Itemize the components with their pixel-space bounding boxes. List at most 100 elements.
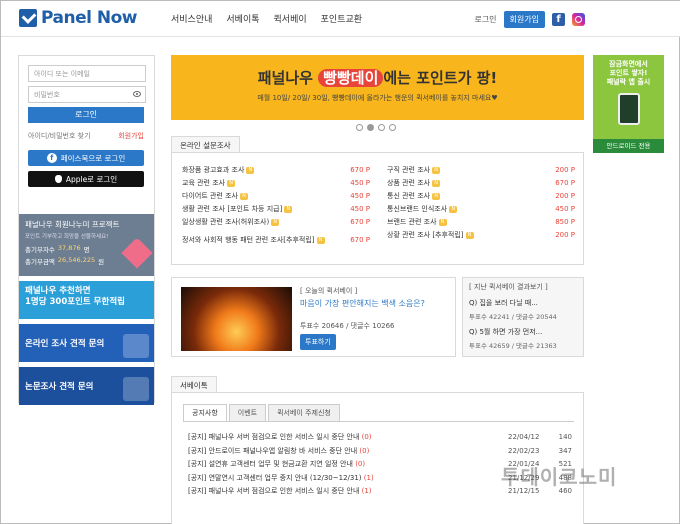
survey-item[interactable]: 구직 관련 조사 N 200 P: [387, 164, 575, 177]
header-login-link[interactable]: 로그인: [474, 14, 496, 25]
survey-item[interactable]: 생활 관련 조사 [포인트 차등 지급] N 450 P: [182, 203, 370, 216]
login-box: 아이디 또는 이메일 비밀번호 로그인 아이디/비밀번호 찾기 회원가입 f 페…: [19, 56, 154, 187]
votes-value: 20646: [321, 322, 344, 330]
notice-tabs: 공지사항 이벤트 퀵서베이 주제신청: [183, 404, 342, 422]
find-account-link[interactable]: 아이디/비밀번호 찾기: [28, 131, 91, 141]
thesis-survey-quote-label: 논문조사 견적 문의: [25, 382, 94, 392]
notice-title: [공지] 패널나우 서버 점검으로 인한 서비스 일시 중단 안내: [188, 487, 360, 495]
past-quicksurvey: [ 지난 퀵서베이 결과보기 ] Q) 집을 보러 다닐 때... 투표수 42…: [462, 277, 584, 357]
instagram-icon[interactable]: [572, 13, 585, 26]
banner-dot-1[interactable]: [356, 124, 363, 131]
surveytalk-tab[interactable]: 서베이톡: [171, 376, 217, 393]
today-quicksurvey: [ 오늘의 퀵서베이 ] 마음이 가장 편안해지는 백색 소음은? 투표수 20…: [171, 277, 456, 357]
comments-label: 댓글수: [516, 313, 534, 321]
banner-dot-3[interactable]: [378, 124, 385, 131]
header-join-button[interactable]: 회원가입: [503, 11, 545, 28]
donation-promo[interactable]: 패널나우 회원나누미 프로젝트 포인트 기부하고 희망을 선물하세요! 총기부자…: [19, 214, 154, 276]
survey-points: 450 P: [350, 192, 370, 200]
banner-dot-2[interactable]: [367, 124, 374, 131]
past-caption[interactable]: [ 지난 퀵서베이 결과보기 ]: [469, 282, 577, 292]
new-badge-icon: N: [465, 232, 474, 239]
main-banner[interactable]: 패널나우 빵빵데이 에는 포인트가 팡! 매월 10일/ 20일/ 30일, 빵빵…: [171, 55, 584, 120]
vote-button[interactable]: 투표하기: [300, 334, 336, 350]
tab-topic-request[interactable]: 퀵서베이 주제신청: [268, 404, 340, 422]
banner-dot-4[interactable]: [389, 124, 396, 131]
join-link[interactable]: 회원가입: [118, 131, 144, 141]
facebook-icon[interactable]: f: [552, 13, 565, 26]
survey-points: 670 P: [555, 179, 575, 187]
survey-item[interactable]: 통신브랜드 인식조사 N 450 P: [387, 203, 575, 216]
header-actions: 로그인 회원가입 f: [474, 11, 585, 28]
past-item[interactable]: Q) 5월 하면 가장 먼저... 투표수 42659 / 댓글수 21363: [469, 327, 577, 350]
password-input[interactable]: 비밀번호: [28, 86, 146, 103]
campfire-image[interactable]: [181, 287, 292, 351]
past-item[interactable]: Q) 집을 보러 다닐 때... 투표수 42241 / 댓글수 20544: [469, 298, 577, 321]
online-survey-tab[interactable]: 온라인 설문조사: [171, 136, 240, 153]
facebook-login-button[interactable]: f 페이스북으로 로그인: [28, 150, 144, 166]
eye-icon[interactable]: [133, 91, 141, 97]
survey-points: 200 P: [555, 192, 575, 200]
nav-quicksurvey[interactable]: 퀵서베이: [274, 12, 307, 25]
today-stats: 투표수 20646 / 댓글수 10266: [300, 322, 395, 330]
id-input[interactable]: 아이디 또는 이메일: [28, 65, 146, 82]
survey-item[interactable]: 상품 관련 조사 N 670 P: [387, 177, 575, 190]
today-question[interactable]: 마음이 가장 편안해지는 백색 소음은?: [300, 298, 425, 309]
nav-point-exchange[interactable]: 포인트교환: [321, 12, 362, 25]
survey-item[interactable]: 화장품 광고효과 조사 N 670 P: [182, 164, 370, 177]
new-badge-icon: N: [432, 193, 441, 200]
chart-icon: [123, 334, 149, 358]
tab-notice[interactable]: 공지사항: [183, 404, 227, 422]
app-banner-line3: 패널락 앱 출시: [606, 78, 651, 86]
notice-comment-count: (0): [359, 446, 370, 455]
logo[interactable]: Panel Now: [19, 8, 137, 28]
notice-row[interactable]: [공지] 패널나우 서버 점검으로 인한 서비스 일시 중단 안내 (0) 22/…: [188, 431, 572, 445]
survey-name: 통신 관련 조사: [387, 192, 431, 200]
facebook-icon: f: [46, 153, 57, 163]
notice-title: [공지] 패널나우 서버 점검으로 인한 서비스 일시 중단 안내: [188, 433, 360, 441]
tab-divider: [183, 421, 574, 422]
survey-name: 상황 관련 조사 [추후적립]: [387, 231, 464, 239]
survey-points: 850 P: [555, 218, 575, 226]
new-badge-icon: N: [239, 193, 248, 200]
survey-item[interactable]: 일상생활 관련 조사(허위조사) N 670 P: [182, 216, 370, 229]
notice-row[interactable]: [공지] 안드로이드 패널나우앱 알림창 바 서비스 중단 안내 (0) 22/0…: [188, 445, 572, 459]
nav-service-info[interactable]: 서비스안내: [171, 12, 212, 25]
survey-name: 일상생활 관련 조사(허위조사): [182, 218, 270, 226]
thesis-survey-quote-promo[interactable]: 논문조사 견적 문의: [19, 367, 154, 405]
survey-name: 브랜드 관련 조사: [387, 218, 437, 226]
panellock-app-banner[interactable]: 잠금화면에서 포인트 쌓자! 패널락 앱 출시 안드로이드 전용: [593, 55, 664, 153]
survey-points: 450 P: [350, 205, 370, 213]
referral-promo[interactable]: 패널나우 추천하면 1명당 300포인트 무한적립: [19, 281, 154, 319]
banner-pagination: [356, 124, 396, 131]
new-badge-icon: N: [432, 180, 441, 187]
notice-date: 22/04/12: [508, 433, 540, 441]
survey-item[interactable]: 브랜드 관련 조사 N 850 P: [387, 216, 575, 229]
survey-points: 450 P: [555, 205, 575, 213]
comments-label: 댓글수: [516, 342, 534, 350]
apple-icon: [54, 175, 62, 183]
survey-item[interactable]: 교육 관련 조사 N 450 P: [182, 177, 370, 190]
notice-title: [공지] 연말연시 고객센터 업무 중지 안내 (12/30~12/31): [188, 473, 362, 482]
apple-login-button[interactable]: Apple로 로그인: [28, 171, 144, 187]
online-survey-quote-promo[interactable]: 온라인 조사 견적 문의: [19, 324, 154, 362]
survey-name: 생활 관련 조사 [포인트 차등 지급]: [182, 205, 283, 213]
survey-points: 670 P: [350, 218, 370, 226]
survey-item[interactable]: 통신 관련 조사 N 200 P: [387, 190, 575, 203]
app-banner-line2: 포인트 쌓자!: [609, 69, 648, 77]
banner-post: 에는 포인트가 팡!: [383, 69, 498, 87]
survey-item[interactable]: 상황 관련 조사 [추후적립] N 200 P: [387, 229, 575, 242]
nav-surveytalk[interactable]: 서베이톡: [226, 12, 259, 25]
new-badge-icon: N: [284, 206, 293, 213]
votes-value: 42659: [489, 342, 510, 350]
login-button[interactable]: 로그인: [28, 107, 144, 123]
notice-views: 140: [558, 433, 572, 441]
notice-comment-count: (1): [361, 487, 372, 495]
tab-event[interactable]: 이벤트: [228, 404, 267, 422]
survey-item[interactable]: 정서와 사회적 행동 패턴 관련 조사[추후적립] N 670 P: [182, 229, 370, 251]
survey-name: 화장품 광고효과 조사: [182, 166, 245, 174]
new-badge-icon: N: [449, 206, 458, 213]
survey-item[interactable]: 다이어트 관련 조사 N 450 P: [182, 190, 370, 203]
new-badge-icon: N: [438, 219, 447, 226]
notice-title: [공지] 설연휴 고객센터 업무 및 현금교환 지연 일정 안내: [188, 460, 353, 468]
notice-date: 22/02/23: [508, 446, 540, 455]
